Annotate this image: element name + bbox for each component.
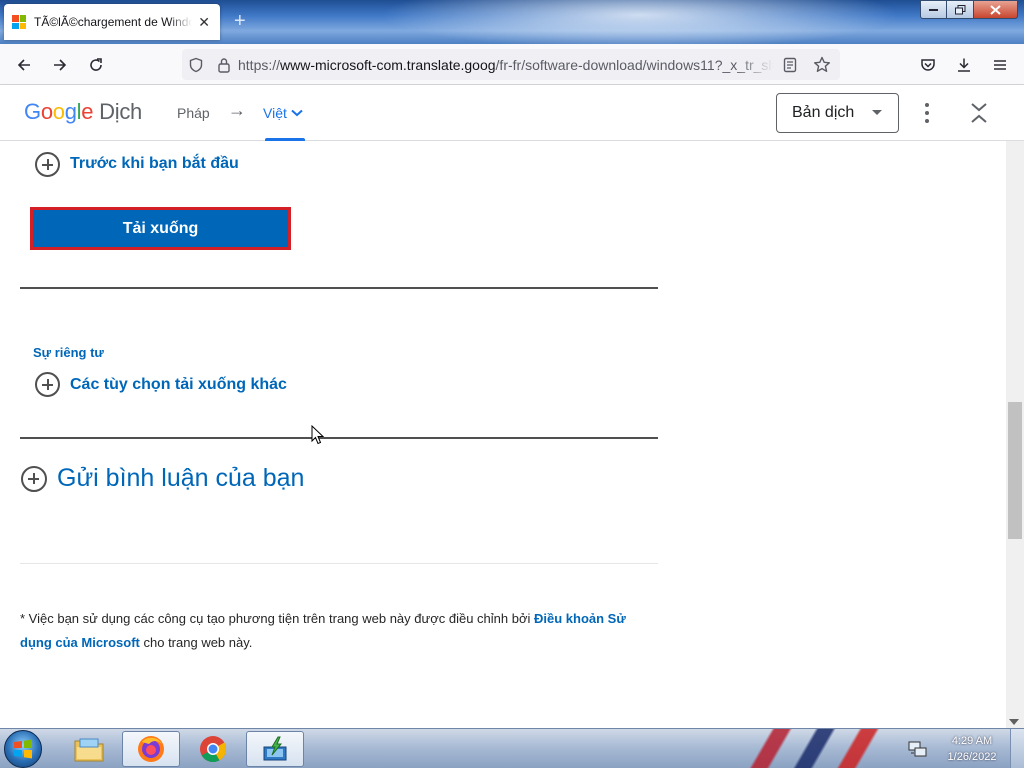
browser-tab[interactable]: TÃ©lÃ©chargement de Windows 11 ✕ <box>4 4 220 40</box>
lock-icon[interactable] <box>210 57 238 73</box>
windows-start-icon <box>14 739 32 759</box>
google-dich-logo[interactable]: Google Dịch <box>24 99 142 125</box>
tab-close-icon[interactable]: ✕ <box>196 14 212 31</box>
page-content: Trước khi bạn bắt đầu Tải xuống Sự riêng… <box>0 141 1006 728</box>
taskbar-file-explorer[interactable] <box>60 731 118 767</box>
google-logo-letter: o <box>40 99 53 124</box>
expand-plus-icon[interactable] <box>35 152 60 177</box>
navigation-toolbar: https://www-microsoft-com.translate.goog… <box>0 44 1024 85</box>
microsoft-logo-icon <box>12 15 26 29</box>
expand-plus-icon[interactable] <box>35 372 60 397</box>
source-language[interactable]: Pháp <box>177 105 210 121</box>
mouse-cursor-icon <box>311 425 325 445</box>
new-tab-button[interactable]: + <box>234 10 246 33</box>
menu-icon <box>994 60 1006 70</box>
wallpaper-glow <box>380 0 900 44</box>
divider <box>20 563 658 564</box>
url-prefix: https:// <box>238 56 281 73</box>
view-mode-label: Bản dịch <box>792 104 855 121</box>
google-wordmark: Google <box>24 99 93 125</box>
download-tool-icon <box>263 736 287 761</box>
back-icon <box>17 59 30 71</box>
google-logo-letter: G <box>24 99 41 124</box>
clock-date: 1/26/2022 <box>947 751 997 763</box>
google-logo-letter: o <box>52 99 65 124</box>
scroll-down-arrow-icon[interactable] <box>1009 719 1019 725</box>
close-window-button[interactable] <box>974 0 1018 19</box>
download-button[interactable]: Tải xuống <box>30 207 291 250</box>
address-bar[interactable]: https://www-microsoft-com.translate.goog… <box>182 49 840 80</box>
other-download-options-link[interactable]: Các tùy chọn tải xuống khác <box>70 376 287 394</box>
feedback-plus-icon[interactable] <box>21 466 47 492</box>
logo-suffix: Dịch <box>99 99 142 124</box>
url-host: www-microsoft-com.translate.goog <box>280 56 496 73</box>
browser-titlebar: TÃ©lÃ©chargement de Windows 11 ✕ + <box>0 0 1024 44</box>
chrome-icon <box>200 736 227 763</box>
url-path: /fr-fr/software-download/windows11?_x_tr… <box>495 56 774 73</box>
download-button-label: Tải xuống <box>35 212 286 245</box>
taskbar-download-tool[interactable] <box>246 731 304 767</box>
minimize-button[interactable] <box>920 0 947 19</box>
app-menu-button[interactable] <box>985 50 1015 80</box>
more-options-icon[interactable] <box>916 99 938 127</box>
forward-icon <box>54 59 67 71</box>
shield-icon[interactable] <box>182 57 210 73</box>
footnote-end: cho trang web này. <box>139 635 253 650</box>
reader-icon <box>783 57 797 72</box>
target-language-label: Việt <box>263 105 287 121</box>
url-text[interactable]: https://www-microsoft-com.translate.goog… <box>238 57 774 73</box>
restore-icon <box>954 4 965 14</box>
google-translate-bar: Google Dịch Pháp → Việt Bản dịch <box>0 85 1024 141</box>
google-logo-letter: g <box>64 99 77 124</box>
downloads-button[interactable] <box>949 50 979 80</box>
wallpaper-streak <box>740 729 880 768</box>
pocket-button[interactable] <box>913 50 943 80</box>
caret-down-icon <box>872 110 882 115</box>
minimize-icon <box>928 8 938 11</box>
restore-button[interactable] <box>947 0 974 19</box>
firefox-icon <box>138 736 164 762</box>
arrow-right-icon: → <box>228 100 246 120</box>
taskbar-chrome[interactable] <box>184 731 242 767</box>
taskbar-firefox[interactable] <box>122 731 180 767</box>
show-desktop-button[interactable] <box>1010 729 1024 768</box>
view-mode-select[interactable]: Bản dịch <box>776 93 899 133</box>
back-button[interactable] <box>9 50 39 80</box>
feedback-heading[interactable]: Gửi bình luận của bạn <box>57 464 304 493</box>
chevron-down-icon <box>291 109 303 117</box>
system-clock[interactable]: 4:29 AM 1/26/2022 <box>940 733 1004 765</box>
vertical-scrollbar[interactable] <box>1006 141 1024 728</box>
google-logo-letter: e <box>81 99 94 124</box>
clock-time: 4:29 AM <box>951 735 993 747</box>
file-explorer-icon <box>74 738 104 762</box>
before-you-begin-link[interactable]: Trước khi bạn bắt đầu <box>70 155 239 173</box>
close-icon <box>990 4 1001 15</box>
reader-view-button[interactable] <box>774 57 806 73</box>
scrollbar-thumb[interactable] <box>1008 402 1022 539</box>
tab-title: TÃ©lÃ©chargement de Windows 11 <box>34 15 193 29</box>
system-tray: 4:29 AM 1/26/2022 <box>908 729 1024 768</box>
reload-button[interactable] <box>81 50 111 80</box>
windows-taskbar: 4:29 AM 1/26/2022 <box>0 728 1024 768</box>
reload-icon <box>90 58 102 71</box>
forward-button[interactable] <box>45 50 75 80</box>
window-controls <box>920 0 1018 19</box>
divider <box>20 287 658 289</box>
target-language-select[interactable]: Việt <box>263 105 303 121</box>
pocket-icon <box>921 59 935 71</box>
privacy-link[interactable]: Sự riêng tư <box>33 345 104 360</box>
bookmark-button[interactable] <box>806 56 838 74</box>
footnote-text: * Việc bạn sử dụng các công cụ tạo phươn… <box>20 611 534 626</box>
star-icon <box>814 56 830 72</box>
divider <box>20 437 658 439</box>
collapse-icon[interactable] <box>970 102 988 124</box>
terms-footnote: * Việc bạn sử dụng các công cụ tạo phươn… <box>20 607 660 655</box>
network-icon[interactable] <box>908 740 928 758</box>
start-button[interactable] <box>4 730 42 768</box>
download-icon <box>958 58 970 72</box>
